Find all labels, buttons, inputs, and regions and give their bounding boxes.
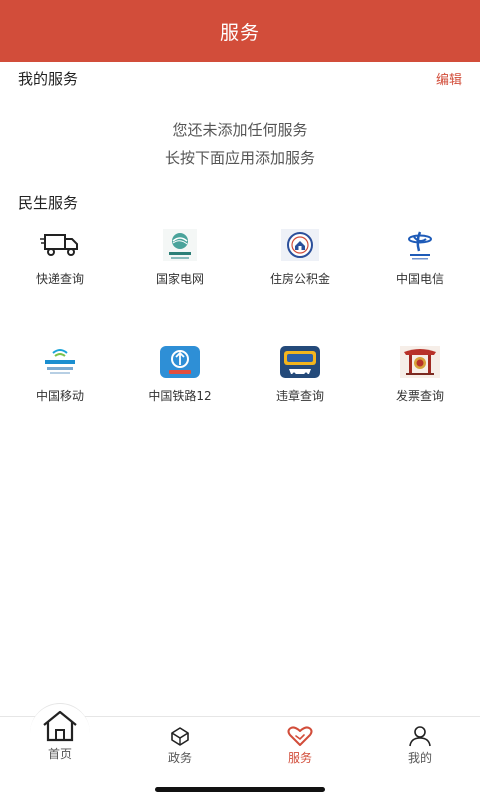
- service-label: 住房公积金: [269, 272, 330, 286]
- empty-hint: 长按下面应用添加服务: [164, 149, 315, 167]
- edit-button[interactable]: 编辑: [436, 69, 462, 88]
- service-item-invoice[interactable]: 发票查询: [360, 345, 480, 404]
- service-label: 中国移动: [35, 389, 84, 403]
- housing-fund-icon: [280, 228, 320, 262]
- empty-message: 您还未添加任何服务: [172, 121, 308, 139]
- home-icon: [43, 710, 77, 742]
- top-header: 服务: [0, 0, 480, 62]
- heart-icon: [287, 726, 313, 746]
- service-item-china-mobile[interactable]: 中国移动: [0, 345, 120, 404]
- page-title: 服务: [219, 21, 260, 44]
- home-indicator[interactable]: [155, 787, 325, 792]
- tab-services[interactable]: 服务: [240, 725, 360, 766]
- government-icon: [171, 727, 189, 746]
- user-icon: [409, 726, 431, 747]
- china-telecom-icon: [400, 228, 440, 262]
- service-grid: 快递查询 国家电网 住房公积金 中国电信 中国移动 中国铁路12 违章查询 发票…: [0, 228, 480, 404]
- tab-label: 我的: [407, 751, 432, 765]
- service-label: 发票查询: [395, 389, 444, 403]
- service-label: 中国铁路12: [148, 389, 212, 403]
- service-item-china-railway[interactable]: 中国铁路12: [120, 345, 240, 404]
- service-item-state-grid[interactable]: 国家电网: [120, 228, 240, 287]
- service-label: 快递查询: [35, 272, 84, 286]
- service-label: 国家电网: [155, 272, 204, 286]
- tab-government[interactable]: 政务: [120, 725, 240, 766]
- china-railway-icon: [160, 345, 200, 379]
- tab-home[interactable]: 首页: [0, 709, 120, 762]
- service-item-china-telecom[interactable]: 中国电信: [360, 228, 480, 287]
- traffic-violation-icon: [280, 345, 320, 379]
- service-item-delivery[interactable]: 快递查询: [0, 228, 120, 287]
- service-item-traffic-violation[interactable]: 违章查询: [240, 345, 360, 404]
- my-services-title: 我的服务: [18, 69, 79, 88]
- tab-label: 政务: [167, 751, 192, 765]
- tab-label: 服务: [287, 751, 312, 765]
- state-grid-icon: [160, 228, 200, 262]
- service-item-housing-fund[interactable]: 住房公积金: [240, 228, 360, 287]
- tab-label: 首页: [47, 747, 72, 761]
- service-label: 违章查询: [275, 389, 324, 403]
- service-label: 中国电信: [395, 272, 444, 286]
- invoice-icon: [400, 345, 440, 379]
- tab-profile[interactable]: 我的: [360, 725, 480, 766]
- delivery-truck-icon: [40, 228, 80, 262]
- people-services-title: 民生服务: [18, 194, 79, 212]
- empty-state: 您还未添加任何服务 长按下面应用添加服务: [0, 116, 480, 172]
- china-mobile-icon: [40, 345, 80, 379]
- my-services-header: 我的服务 编辑: [18, 66, 462, 90]
